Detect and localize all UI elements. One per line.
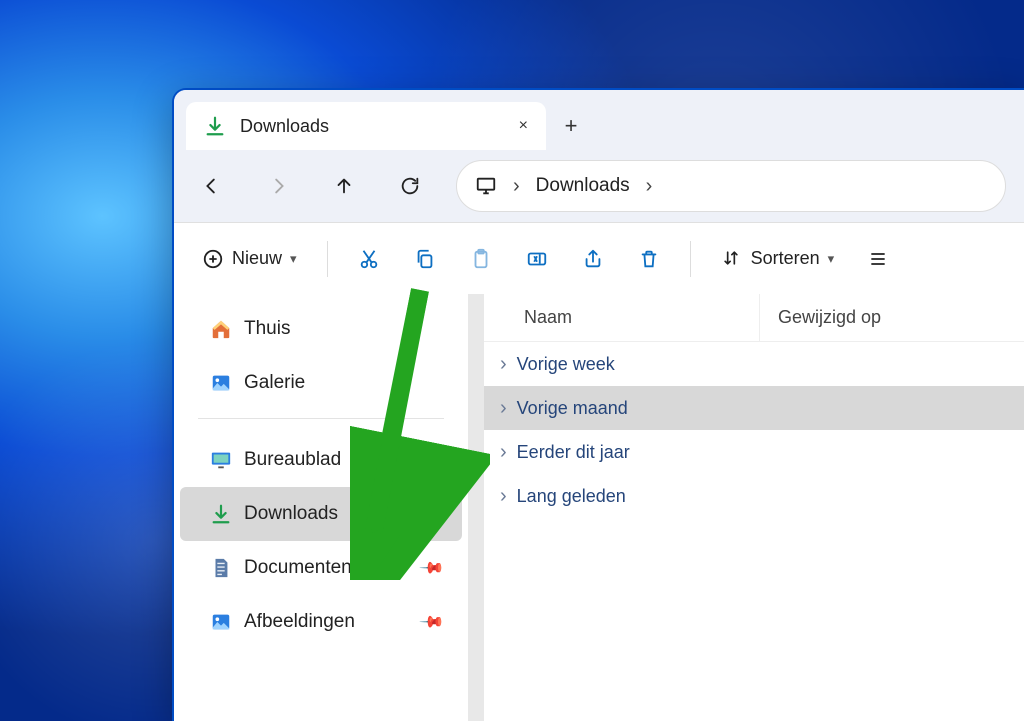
sidebar-item-pictures[interactable]: Afbeeldingen 📌: [180, 595, 462, 649]
toolbar-separator: [690, 241, 691, 277]
sort-button[interactable]: Sorteren ▾: [707, 236, 849, 282]
delete-button[interactable]: [624, 236, 674, 282]
pin-icon[interactable]: 📌: [418, 500, 446, 528]
address-bar: Downloads: [174, 150, 1024, 222]
sidebar-divider: [198, 418, 444, 419]
sort-icon: [721, 248, 743, 270]
breadcrumb-location[interactable]: Downloads: [536, 175, 630, 197]
content-pane: Naam Gewijzigd op Vorige week Vorige maa…: [484, 294, 1024, 721]
breadcrumb-separator: [646, 175, 653, 198]
forward-button[interactable]: [258, 166, 298, 206]
chevron-right-icon: [500, 353, 507, 376]
breadcrumb-separator: [513, 175, 520, 198]
sidebar-item-home[interactable]: Thuis: [180, 302, 462, 356]
download-icon: [204, 115, 226, 137]
sidebar-item-label: Galerie: [244, 372, 305, 394]
back-button[interactable]: [192, 166, 232, 206]
toolbar-separator: [327, 241, 328, 277]
up-button[interactable]: [324, 166, 364, 206]
breadcrumb[interactable]: Downloads: [456, 160, 1006, 212]
copy-button[interactable]: [400, 236, 450, 282]
sidebar-scrollbar[interactable]: [468, 294, 484, 721]
group-long-ago[interactable]: Lang geleden: [484, 474, 1024, 518]
chevron-right-icon: [500, 441, 507, 464]
pin-icon[interactable]: 📌: [418, 608, 446, 636]
group-label: Lang geleden: [517, 486, 626, 507]
rename-button[interactable]: [512, 236, 562, 282]
plus-circle-icon: [202, 248, 224, 270]
group-label: Eerder dit jaar: [517, 442, 630, 463]
file-explorer-window: Downloads × + Downloads Nieuw ▾: [172, 88, 1024, 721]
paste-button[interactable]: [456, 236, 506, 282]
toolbar: Nieuw ▾ Sorteren ▾: [174, 222, 1024, 294]
explorer-body: Thuis Galerie Bureaublad 📌 Downloads 📌 D…: [174, 294, 1024, 721]
download-icon: [210, 503, 232, 525]
sidebar-item-documents[interactable]: Documenten 📌: [180, 541, 462, 595]
sidebar-item-gallery[interactable]: Galerie: [180, 356, 462, 410]
sidebar-item-downloads[interactable]: Downloads 📌: [180, 487, 462, 541]
column-modified[interactable]: Gewijzigd op: [760, 294, 881, 341]
pin-icon[interactable]: 📌: [418, 554, 446, 582]
refresh-button[interactable]: [390, 166, 430, 206]
cut-button[interactable]: [344, 236, 394, 282]
group-label: Vorige maand: [517, 398, 628, 419]
tab-downloads[interactable]: Downloads ×: [186, 102, 546, 150]
home-icon: [210, 318, 232, 340]
chevron-right-icon: [500, 485, 507, 508]
sidebar-item-label: Bureaublad: [244, 449, 341, 471]
pictures-icon: [210, 611, 232, 633]
pin-icon[interactable]: 📌: [418, 446, 446, 474]
group-label: Vorige week: [517, 354, 615, 375]
group-previous-month[interactable]: Vorige maand: [484, 386, 1024, 430]
sort-label: Sorteren: [751, 248, 820, 269]
group-earlier-this-year[interactable]: Eerder dit jaar: [484, 430, 1024, 474]
close-icon[interactable]: ×: [519, 117, 528, 135]
desktop-icon: [210, 449, 232, 471]
new-tab-button[interactable]: +: [546, 102, 596, 150]
tab-bar: Downloads × +: [174, 90, 1024, 150]
group-previous-week[interactable]: Vorige week: [484, 342, 1024, 386]
new-button[interactable]: Nieuw ▾: [188, 236, 311, 282]
tab-title: Downloads: [240, 116, 329, 137]
gallery-icon: [210, 372, 232, 394]
sidebar-item-label: Downloads: [244, 503, 338, 525]
sidebar-item-desktop[interactable]: Bureaublad 📌: [180, 433, 462, 487]
share-button[interactable]: [568, 236, 618, 282]
document-icon: [210, 557, 232, 579]
chevron-down-icon: ▾: [290, 251, 297, 267]
new-label: Nieuw: [232, 248, 282, 269]
monitor-icon: [475, 175, 497, 197]
chevron-right-icon: [500, 397, 507, 420]
sidebar-item-label: Documenten: [244, 557, 352, 579]
sidebar-item-label: Afbeeldingen: [244, 611, 355, 633]
sidebar: Thuis Galerie Bureaublad 📌 Downloads 📌 D…: [174, 294, 468, 721]
column-name[interactable]: Naam: [484, 294, 760, 341]
column-headers: Naam Gewijzigd op: [484, 294, 1024, 342]
view-button[interactable]: [854, 236, 902, 282]
sidebar-item-label: Thuis: [244, 318, 290, 340]
chevron-down-icon: ▾: [828, 251, 835, 267]
